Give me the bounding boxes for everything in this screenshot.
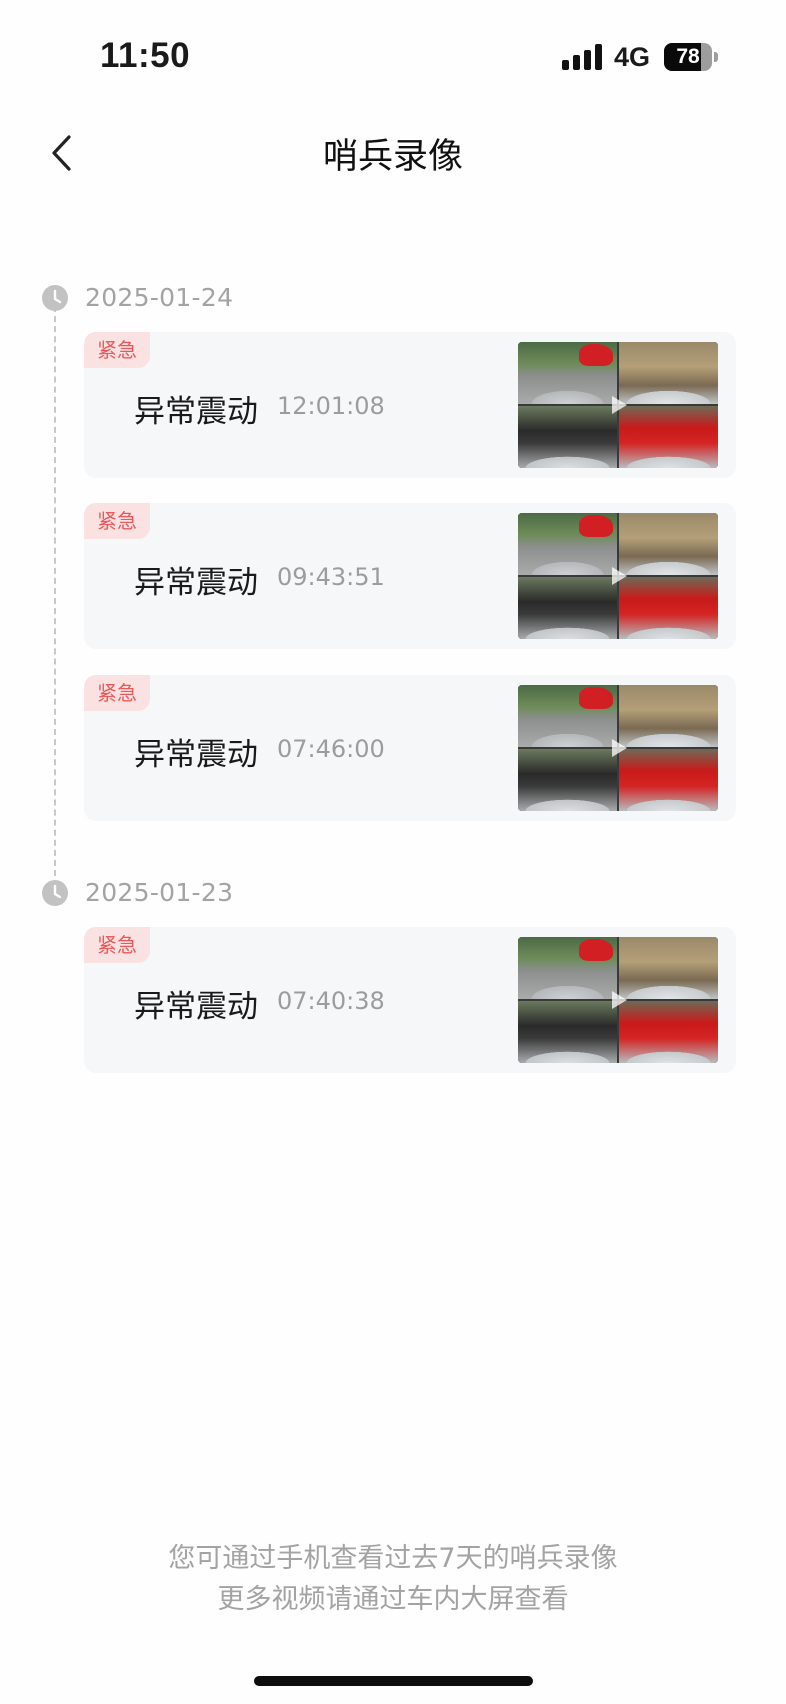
urgent-badge: 紧急 (84, 675, 150, 711)
front-camera-view (518, 685, 617, 747)
record-card[interactable]: 紧急 异常震动 07:40:38 (84, 927, 736, 1073)
footer-line-2: 更多视频请通过车内大屏查看 (217, 1584, 569, 1615)
network-label: 4G (614, 42, 651, 72)
front-camera-view (518, 937, 617, 999)
right-camera-view (619, 937, 718, 999)
video-thumbnail[interactable] (518, 342, 718, 468)
event-time: 07:40:38 (277, 987, 385, 1015)
right-camera-view (619, 685, 718, 747)
event-time: 09:43:51 (277, 563, 385, 591)
battery-icon: 78 (664, 43, 720, 73)
event-name: 异常震动 (134, 565, 258, 601)
rear-camera-view (619, 406, 718, 468)
event-name: 异常震动 (134, 394, 258, 430)
record-card[interactable]: 紧急 异常震动 12:01:08 (84, 332, 736, 478)
right-camera-view (619, 342, 718, 404)
left-camera-view (518, 749, 617, 811)
left-camera-view (518, 577, 617, 639)
event-time: 07:46:00 (277, 735, 385, 763)
urgent-badge: 紧急 (84, 503, 150, 539)
urgent-badge: 紧急 (84, 927, 150, 963)
play-icon (612, 396, 627, 414)
right-camera-view (619, 513, 718, 575)
clock-icon (42, 285, 68, 311)
play-icon (612, 567, 627, 585)
left-camera-view (518, 1001, 617, 1063)
footer-line-1: 您可通过手机查看过去7天的哨兵录像 (168, 1543, 618, 1574)
nav-bar: 哨兵录像 (0, 110, 786, 194)
signal-icon (562, 44, 602, 70)
record-card[interactable]: 紧急 异常震动 07:46:00 (84, 675, 736, 821)
rear-camera-view (619, 749, 718, 811)
status-bar: 11:50 4G 78 (0, 0, 786, 110)
timeline-line (54, 306, 56, 876)
left-camera-view (518, 406, 617, 468)
home-indicator[interactable] (254, 1676, 533, 1686)
date-label: 2025-01-23 (85, 878, 234, 907)
play-icon (612, 991, 627, 1009)
footer-notice: 您可通过手机查看过去7天的哨兵录像 更多视频请通过车内大屏查看 (0, 1538, 786, 1620)
video-thumbnail[interactable] (518, 937, 718, 1063)
rear-camera-view (619, 1001, 718, 1063)
clock-icon (42, 880, 68, 906)
front-camera-view (518, 513, 617, 575)
battery-level: 78 (676, 45, 700, 68)
record-card[interactable]: 紧急 异常震动 09:43:51 (84, 503, 736, 649)
date-label: 2025-01-24 (85, 283, 234, 312)
video-thumbnail[interactable] (518, 513, 718, 639)
video-thumbnail[interactable] (518, 685, 718, 811)
play-icon (612, 739, 627, 757)
event-name: 异常震动 (134, 737, 258, 773)
page-title: 哨兵录像 (322, 137, 463, 177)
front-camera-view (518, 342, 617, 404)
event-time: 12:01:08 (277, 392, 385, 420)
status-time: 11:50 (100, 36, 191, 75)
event-name: 异常震动 (134, 989, 258, 1025)
urgent-badge: 紧急 (84, 332, 150, 368)
rear-camera-view (619, 577, 718, 639)
